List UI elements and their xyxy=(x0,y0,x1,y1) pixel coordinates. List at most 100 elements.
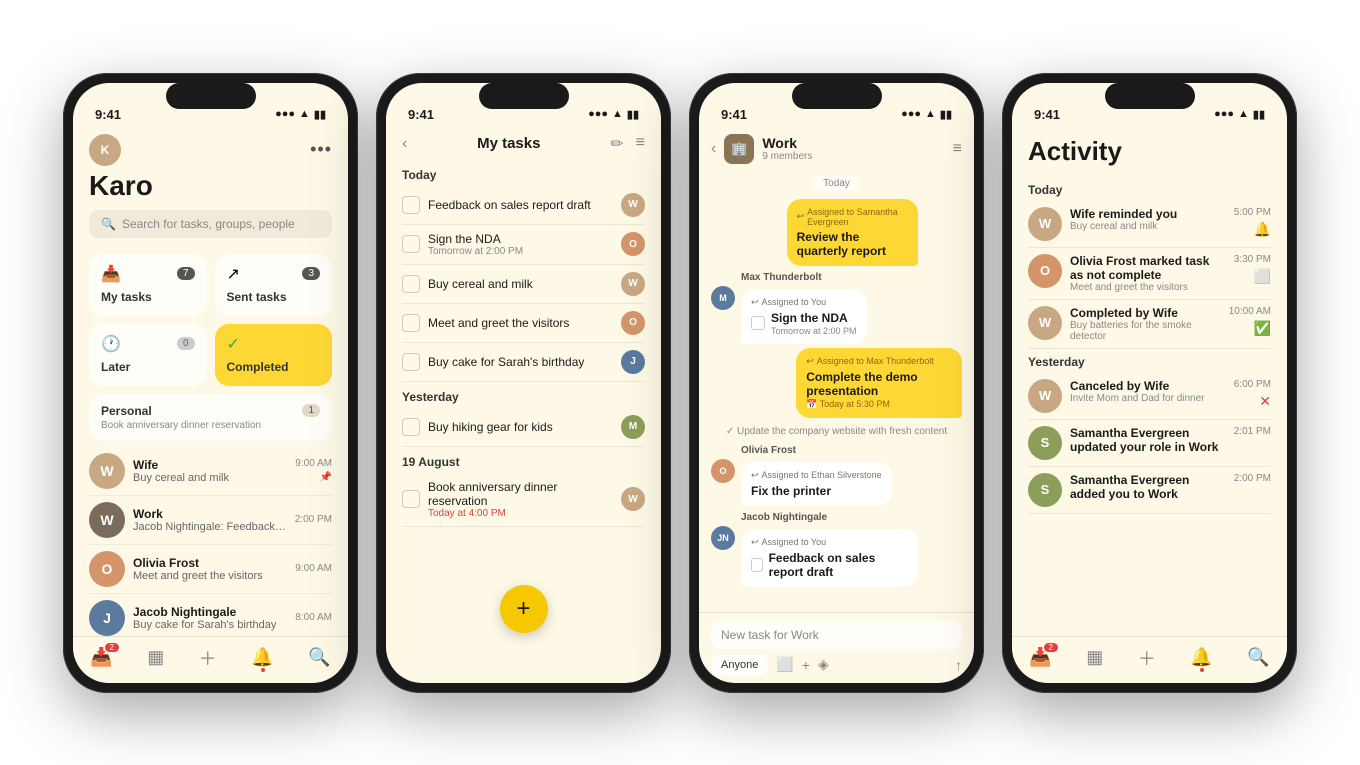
p3-header: ‹ 🏢 Work 9 members ≡ xyxy=(699,126,974,170)
signal-icon-4: ●●● xyxy=(1214,108,1234,120)
toolbar-add-icon[interactable]: + xyxy=(802,657,810,673)
olivia-name: Olivia Frost xyxy=(133,556,287,570)
status-time-4: 9:41 xyxy=(1034,107,1060,122)
task-checkbox-3[interactable] xyxy=(402,275,420,293)
task-name-4: Meet and greet the visitors xyxy=(428,316,613,330)
completed-card[interactable]: ✓ Completed xyxy=(215,324,333,386)
task-sub-7: Today at 4:00 PM xyxy=(428,508,613,519)
pin-icon: 📌 xyxy=(320,472,332,483)
nav-add-4[interactable]: ＋ xyxy=(1138,645,1156,671)
task-anniversary[interactable]: Book anniversary dinner reservation Toda… xyxy=(402,473,645,527)
task-info-6: Buy hiking gear for kids xyxy=(428,420,613,434)
nav-bell-4[interactable]: 🔔 xyxy=(1190,647,1212,668)
activity-canceled-wife[interactable]: W Canceled by Wife Invite Mom and Dad fo… xyxy=(1028,373,1271,420)
toolbar-box-icon[interactable]: ⬜ xyxy=(776,656,793,673)
p3-menu-icon[interactable]: ≡ xyxy=(953,140,962,158)
activity-wife-reminded[interactable]: W Wife reminded you Buy cereal and milk … xyxy=(1028,201,1271,248)
olivia-marked-right: 3:30 PM ⬜ xyxy=(1234,254,1271,285)
nav-calendar[interactable]: ▦ xyxy=(147,647,164,668)
toolbar-tag-icon[interactable]: ◈ xyxy=(818,656,829,673)
toolbar-send-icon[interactable]: ↑ xyxy=(955,657,962,673)
back-button[interactable]: ‹ xyxy=(402,135,407,153)
p3-back-button[interactable]: ‹ xyxy=(711,140,716,158)
task-checkbox-5[interactable] xyxy=(402,353,420,371)
wife-avatar: W xyxy=(89,453,125,489)
activity-olivia-marked[interactable]: O Olivia Frost marked task as not comple… xyxy=(1028,248,1271,300)
assigned-you-feedback: ↩Assigned to You xyxy=(751,537,908,548)
nav-calendar-4[interactable]: ▦ xyxy=(1086,647,1103,668)
task-cereal[interactable]: Buy cereal and milk W xyxy=(402,265,645,304)
nav-inbox[interactable]: 📥 2 xyxy=(90,647,112,668)
msg-review-quarterly[interactable]: ↩Assigned to Samantha Evergreen Review t… xyxy=(787,199,962,266)
sent-tasks-card[interactable]: ↗ 3 Sent tasks xyxy=(215,254,333,316)
new-task-bar: New task for Work Anyone ⬜ + ◈ ↑ xyxy=(699,612,974,683)
personal-section-card[interactable]: 1 Personal Book anniversary dinner reser… xyxy=(89,394,332,441)
anyone-button[interactable]: Anyone xyxy=(711,655,768,675)
task-checkbox-7[interactable] xyxy=(402,490,420,508)
samantha-added-info: Samantha Evergreen added you to Work xyxy=(1070,473,1226,501)
phone-2-dynamic-island xyxy=(479,83,569,109)
task-nda[interactable]: Sign the NDA Tomorrow at 2:00 PM O xyxy=(402,225,645,265)
task-avatar-6: M xyxy=(621,415,645,439)
inbox-item-jacob[interactable]: J Jacob Nightingale Buy cake for Sarah's… xyxy=(89,594,332,636)
edit-icon[interactable]: ✏ xyxy=(610,134,623,154)
later-card[interactable]: 🕐 0 Later xyxy=(89,324,207,386)
nav-add[interactable]: ＋ xyxy=(199,645,217,671)
task-cake[interactable]: Buy cake for Sarah's birthday J xyxy=(402,343,645,382)
work-time: 2:00 PM xyxy=(295,514,332,525)
task-hiking[interactable]: Buy hiking gear for kids M xyxy=(402,408,645,447)
user-avatar[interactable]: K xyxy=(89,134,121,166)
task-checkbox-2[interactable] xyxy=(402,235,420,253)
task-feedback[interactable]: Feedback on sales report draft W xyxy=(402,186,645,225)
task-name-1: Feedback on sales report draft xyxy=(428,198,613,212)
nav-inbox-4[interactable]: 📥 2 xyxy=(1029,647,1051,668)
msg-block-max: M Max Thunderbolt ↩Assigned to You xyxy=(711,272,962,418)
samantha-role-right: 2:01 PM xyxy=(1234,426,1271,437)
msg-feedback-sales[interactable]: ↩Assigned to You Feedback on sales repor… xyxy=(741,529,918,587)
later-label: Later xyxy=(101,360,130,374)
signal-icon: ●●● xyxy=(275,108,295,120)
search-bar[interactable]: 🔍 Search for tasks, groups, people xyxy=(89,210,332,238)
msg-demo-presentation[interactable]: ↩Assigned to Max Thunderbolt Complete th… xyxy=(796,348,962,418)
filter-icon[interactable]: ≡ xyxy=(636,134,645,154)
feedback-checkbox[interactable] xyxy=(751,558,763,572)
jacob-sender-name: Jacob Nightingale xyxy=(741,512,962,523)
completed-icon: ✓ xyxy=(227,334,240,354)
activity-samantha-role[interactable]: S Samantha Evergreen updated your role i… xyxy=(1028,420,1271,467)
canceled-wife-right: 6:00 PM ✕ xyxy=(1234,379,1271,410)
activity-completed-wife[interactable]: W Completed by Wife Buy batteries for th… xyxy=(1028,300,1271,349)
fab-button[interactable]: + xyxy=(500,585,548,633)
samantha-added-avatar: S xyxy=(1028,473,1062,507)
task-avatar-3: W xyxy=(621,272,645,296)
inbox-item-work[interactable]: W Work Jacob Nightingale: Feedback on sa… xyxy=(89,496,332,545)
battery-icon-4: ▮▮ xyxy=(1253,108,1265,121)
wife-msg: Buy cereal and milk xyxy=(133,472,287,484)
inbox-item-wife[interactable]: W Wife Buy cereal and milk 9:00 AM 📌 xyxy=(89,447,332,496)
p2-actions: ✏ ≡ xyxy=(610,134,645,154)
inbox-item-olivia[interactable]: O Olivia Frost Meet and greet the visito… xyxy=(89,545,332,594)
task-info-7: Book anniversary dinner reservation Toda… xyxy=(428,480,613,519)
msg-fix-printer[interactable]: ↩Assigned to Ethan Silverstone Fix the p… xyxy=(741,462,892,506)
my-tasks-card[interactable]: 📥 7 My tasks xyxy=(89,254,207,316)
olivia-avatar: O xyxy=(89,551,125,587)
nav-search[interactable]: 🔍 xyxy=(308,647,330,668)
nav-bell[interactable]: 🔔 xyxy=(251,647,273,668)
box-icon: ⬜ xyxy=(1254,268,1271,285)
phone-1-screen: 9:41 ●●● ▲ ▮▮ K ••• Karo 🔍 Search for xyxy=(73,83,348,683)
task-checkbox-4[interactable] xyxy=(402,314,420,332)
samantha-role-time: 2:01 PM xyxy=(1234,426,1271,437)
sent-tasks-badge: 3 xyxy=(302,267,320,280)
activity-samantha-added[interactable]: S Samantha Evergreen added you to Work 2… xyxy=(1028,467,1271,514)
nda-checkbox[interactable] xyxy=(751,316,765,330)
new-task-input[interactable]: New task for Work xyxy=(711,621,962,649)
battery-icon-3: ▮▮ xyxy=(940,108,952,121)
task-checkbox-6[interactable] xyxy=(402,418,420,436)
msg-sign-nda[interactable]: ↩Assigned to You Sign the NDA Tomorrow a… xyxy=(741,289,867,344)
more-options-icon[interactable]: ••• xyxy=(310,139,332,160)
phone-3-dynamic-island xyxy=(792,83,882,109)
task-meet[interactable]: Meet and greet the visitors O xyxy=(402,304,645,343)
battery-icon-2: ▮▮ xyxy=(627,108,639,121)
bell-icon: 🔔 xyxy=(1254,221,1271,238)
task-checkbox-1[interactable] xyxy=(402,196,420,214)
nav-search-4[interactable]: 🔍 xyxy=(1247,647,1269,668)
